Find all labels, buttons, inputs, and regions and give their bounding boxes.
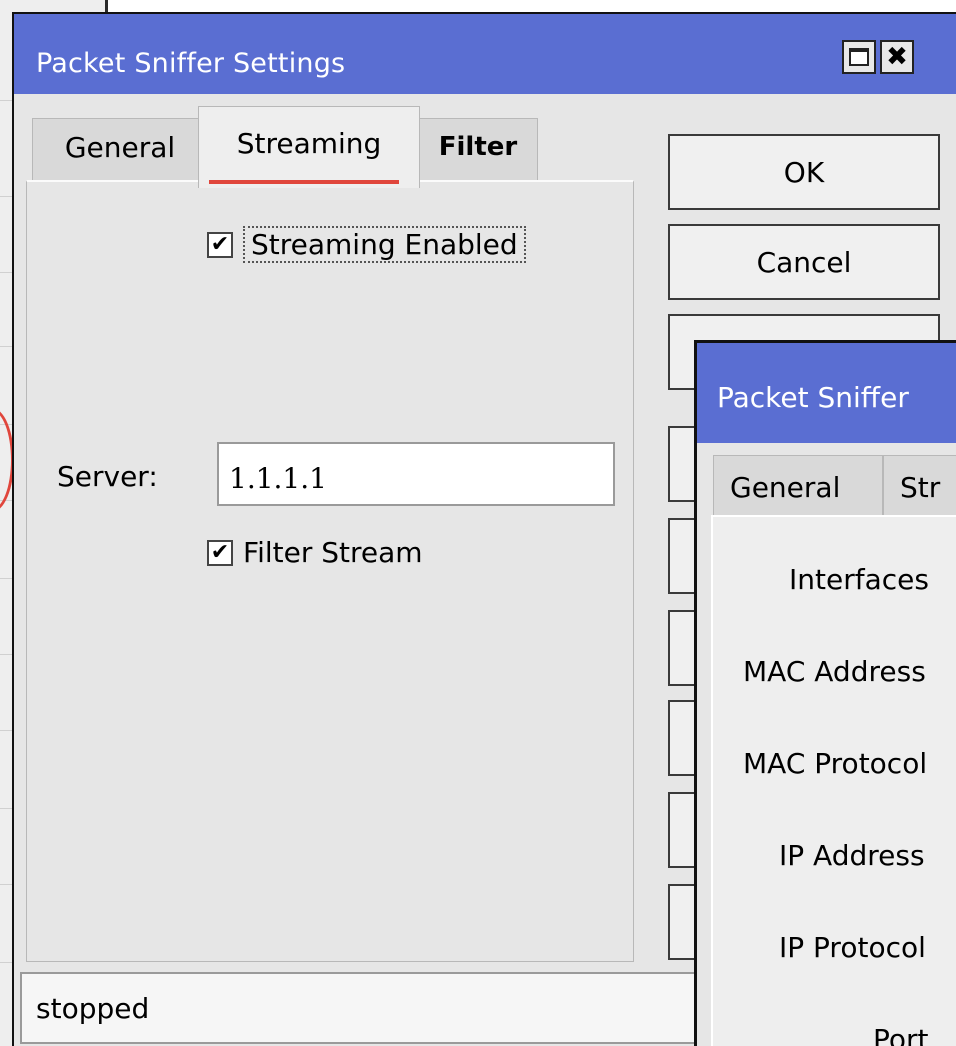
streaming-enabled-checkbox[interactable]: ✔ xyxy=(207,231,233,258)
checkmark-icon: ✔ xyxy=(210,539,230,565)
tab-general[interactable]: General xyxy=(713,455,883,519)
server-label: Server: xyxy=(57,460,158,493)
filter-stream-label[interactable]: Filter Stream xyxy=(243,536,423,569)
tab-filter[interactable]: Filter xyxy=(418,118,538,184)
ip-protocol-label: IP Protocol xyxy=(779,931,926,964)
tab-streaming[interactable]: Str xyxy=(883,455,956,519)
mac-address-label: MAC Address xyxy=(743,655,926,688)
packet-sniffer-window: Packet Sniffer General Str Interfaces MA… xyxy=(694,340,956,1046)
tab-streaming[interactable]: Streaming xyxy=(198,106,420,188)
mac-protocol-label: MAC Protocol xyxy=(743,747,928,780)
interfaces-label: Interfaces xyxy=(789,563,929,596)
ok-button[interactable]: OK xyxy=(668,134,940,210)
filter-stream-checkbox[interactable]: ✔ xyxy=(207,539,233,566)
streaming-enabled-label[interactable]: Streaming Enabled xyxy=(243,226,526,263)
server-input[interactable]: 1.1.1.1 xyxy=(217,442,615,506)
general-panel: Interfaces MAC Address MAC Protocol IP A… xyxy=(711,515,956,1046)
active-tab-underline xyxy=(209,180,399,184)
tab-label: Str xyxy=(900,470,941,504)
cancel-button[interactable]: Cancel xyxy=(668,224,940,300)
tab-label: General xyxy=(730,470,841,504)
streaming-enabled-row[interactable]: ✔ Streaming Enabled xyxy=(207,226,526,263)
window-title: Packet Sniffer Settings xyxy=(36,48,346,79)
maximize-icon[interactable] xyxy=(842,40,876,74)
tab-label: General xyxy=(64,130,176,164)
window-titlebar[interactable]: Packet Sniffer xyxy=(697,343,956,443)
close-icon[interactable]: ✖ xyxy=(880,40,914,74)
tab-label: Streaming xyxy=(236,127,382,160)
filter-stream-row[interactable]: ✔ Filter Stream xyxy=(207,536,423,569)
port-label: Port xyxy=(873,1023,929,1046)
tab-general[interactable]: General xyxy=(32,118,208,184)
tab-label: Filter xyxy=(438,132,518,162)
checkmark-icon: ✔ xyxy=(210,231,230,257)
streaming-panel: ✔ Streaming Enabled Server: 1.1.1.1 ✔ Fi… xyxy=(26,180,634,962)
window-titlebar[interactable]: Packet Sniffer Settings ✖ xyxy=(14,14,956,94)
ip-address-label: IP Address xyxy=(779,839,925,872)
window-title: Packet Sniffer xyxy=(717,381,909,414)
